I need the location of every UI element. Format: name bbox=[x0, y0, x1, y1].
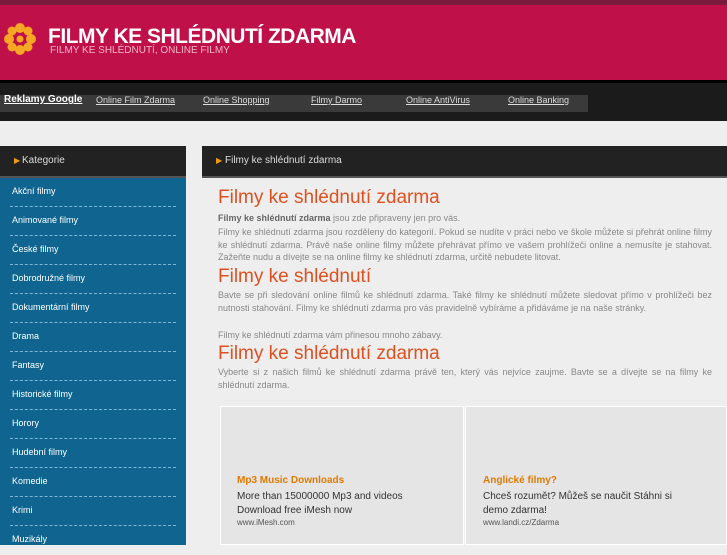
google-ads-label[interactable]: Reklamy Google bbox=[4, 94, 82, 105]
sidebar-item-label[interactable]: Komedie bbox=[12, 476, 48, 486]
sidebar-item-label[interactable]: Muzikály bbox=[12, 534, 47, 544]
site-header: FILMY KE SHLÉDNUTÍ ZDARMA FILMY KE SHLÉD… bbox=[0, 5, 727, 80]
sidebar-item-label[interactable]: Horory bbox=[12, 418, 39, 428]
ad-title[interactable]: Anglické filmy? bbox=[483, 475, 557, 486]
sidebar-item-label[interactable]: Dokumentární filmy bbox=[12, 302, 90, 312]
ad-text: More than 15000000 Mp3 and videos Downlo… bbox=[237, 491, 403, 516]
sidebar-item-fantasy[interactable]: Fantasy bbox=[0, 352, 186, 381]
sidebar-item-komedie[interactable]: Komedie bbox=[0, 468, 186, 497]
flower-icon[interactable] bbox=[2, 21, 38, 57]
sidebar-item-krimi[interactable]: Krimi bbox=[0, 497, 186, 526]
nav-link-online-banking[interactable]: Online Banking bbox=[508, 95, 569, 105]
sidebar-item-ceske[interactable]: České filmy bbox=[0, 236, 186, 265]
sidebar-item-label[interactable]: Hudební filmy bbox=[12, 447, 67, 457]
breadcrumb: ▶ Filmy ke shlédnutí zdarma bbox=[202, 146, 727, 178]
sidebar-item-label[interactable]: Krimi bbox=[12, 505, 33, 515]
section3-heading: Filmy ke shlédnutí zdarma bbox=[218, 343, 440, 364]
breadcrumb-label: Filmy ke shlédnutí zdarma bbox=[225, 155, 342, 166]
sidebar-item-hudebni[interactable]: Hudební filmy bbox=[0, 439, 186, 468]
site-subtitle: FILMY KE SHLÉDNUTÍ, ONLINE FILMY bbox=[50, 45, 230, 56]
sidebar-heading: ▶ Kategorie bbox=[0, 146, 186, 178]
ad-links-bar bbox=[0, 95, 588, 112]
sidebar-item-historicke[interactable]: Historické filmy bbox=[0, 381, 186, 410]
arrow-right-icon: ▶ bbox=[14, 156, 21, 165]
sidebar-item-animovane[interactable]: Animované filmy bbox=[0, 207, 186, 236]
sidebar-heading-label: Kategorie bbox=[22, 155, 65, 166]
ad-text: Chceš rozumět? Můžeš se naučit Stáhni si… bbox=[483, 491, 672, 516]
page-title: Filmy ke shlédnutí zdarma bbox=[218, 187, 440, 208]
nav-link-online-shopping[interactable]: Online Shopping bbox=[203, 95, 270, 105]
nav-link-online-film[interactable]: Online Film Zdarma bbox=[96, 95, 175, 105]
ad-title[interactable]: Mp3 Music Downloads bbox=[237, 475, 344, 486]
intro-rest: jsou zde připraveny jen pro vás. bbox=[330, 213, 461, 223]
sidebar-item-label[interactable]: Historické filmy bbox=[12, 389, 73, 399]
intro-bold: Filmy ke shlédnutí zdarma bbox=[218, 213, 331, 223]
section2-text2: Filmy ke shlédnutí zdarma vám přinesou m… bbox=[218, 330, 443, 340]
sidebar-item-label[interactable]: Fantasy bbox=[12, 360, 44, 370]
intro-paragraph: Filmy ke shlédnutí zdarma jsou zde připr… bbox=[218, 212, 712, 225]
sidebar-item-label[interactable]: České filmy bbox=[12, 244, 59, 254]
arrow-right-icon: ▶ bbox=[216, 156, 223, 165]
sidebar-item-muzikaly[interactable]: Muzikály bbox=[0, 526, 186, 555]
ad-box-mp3[interactable]: Mp3 Music Downloads More than 15000000 M… bbox=[220, 406, 464, 545]
sidebar-item-dobrodruzne[interactable]: Dobrodružné filmy bbox=[0, 265, 186, 294]
sidebar-item-akcni[interactable]: Akční filmy bbox=[0, 178, 186, 207]
sidebar-item-label[interactable]: Akční filmy bbox=[12, 186, 56, 196]
section3-text: Vyberte si z našich filmů ke shlédnutí z… bbox=[218, 367, 712, 390]
nav-link-online-antivirus[interactable]: Online AntiVirus bbox=[406, 95, 470, 105]
sidebar-item-dokumentarni[interactable]: Dokumentární filmy bbox=[0, 294, 186, 323]
category-sidebar: Akční filmy Animované filmy České filmy … bbox=[0, 178, 186, 545]
sidebar-item-drama[interactable]: Drama bbox=[0, 323, 186, 352]
sidebar-item-horory[interactable]: Horory bbox=[0, 410, 186, 439]
ad-navbar: Reklamy Google Online Film Zdarma Online… bbox=[0, 80, 727, 121]
section1-text: Filmy ke shlédnutí zdarma jsou rozděleny… bbox=[218, 227, 712, 262]
section2-heading: Filmy ke shlédnutí bbox=[218, 266, 372, 287]
sidebar-item-label[interactable]: Animované filmy bbox=[12, 215, 78, 225]
sidebar-item-label[interactable]: Dobrodružné filmy bbox=[12, 273, 85, 283]
nav-link-filmy-darmo[interactable]: Filmy Darmo bbox=[311, 95, 362, 105]
ad-url[interactable]: www.landi.cz/Zdarma bbox=[483, 518, 559, 527]
ad-url[interactable]: www.iMesh.com bbox=[237, 518, 295, 527]
ad-box-anglicke[interactable]: Anglické filmy? Chceš rozumět? Můžeš se … bbox=[465, 406, 727, 545]
sidebar-item-label[interactable]: Drama bbox=[12, 331, 39, 341]
section2-text: Bavte se při sledování online filmů ke s… bbox=[218, 290, 712, 313]
